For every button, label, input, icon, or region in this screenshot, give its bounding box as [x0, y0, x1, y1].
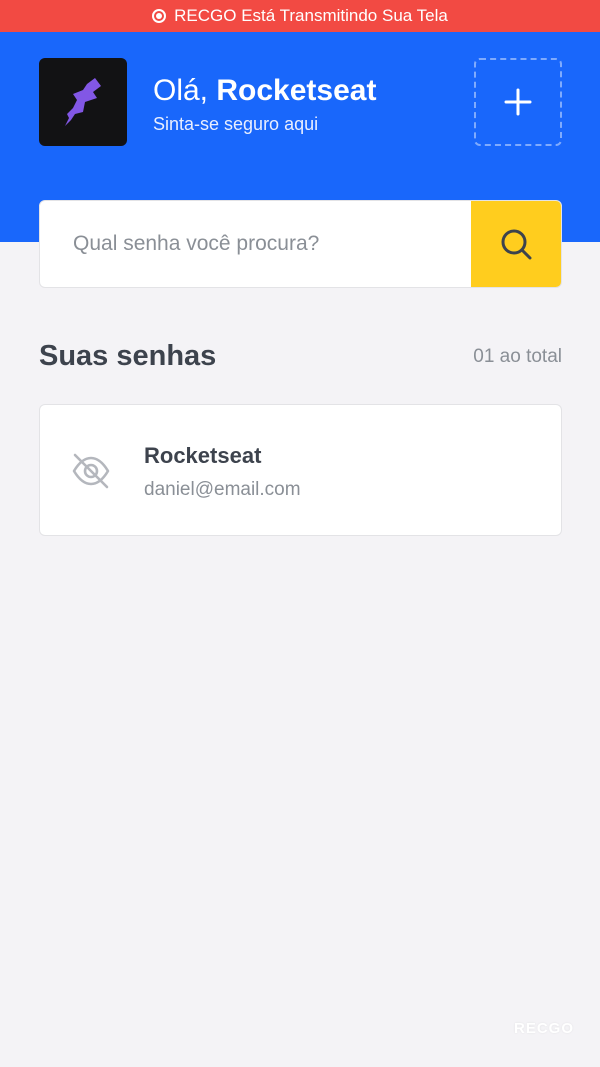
plus-icon [504, 88, 532, 116]
search-button[interactable] [471, 201, 561, 287]
greeting-subtitle: Sinta-se seguro aqui [153, 114, 319, 134]
password-count: 01 ao total [473, 345, 562, 367]
password-card[interactable]: Rocketseat daniel@email.com [39, 404, 562, 536]
greeting: Olá, Rocketseat Sinta-se seguro aqui [153, 74, 376, 135]
search-bar [39, 200, 562, 288]
login-email: daniel@email.com [144, 479, 301, 500]
section-title: Suas senhas [39, 340, 217, 372]
user-name: Rocketseat [216, 74, 377, 107]
rocketseat-logo-icon [65, 78, 101, 126]
greeting-title: Olá, Rocketseat [153, 74, 376, 108]
passwords-section-header: Suas senhas 01 ao total [39, 340, 562, 373]
toggle-visibility-button[interactable] [70, 450, 112, 492]
eye-off-icon [72, 453, 110, 489]
recorder-watermark: RECGO [513, 1020, 574, 1037]
screen-recording-banner: RECGO Está Transmitindo Sua Tela [0, 0, 600, 32]
recording-banner-text: RECGO Está Transmitindo Sua Tela [174, 6, 448, 25]
search-icon [501, 229, 532, 260]
login-name: Rocketseat [144, 443, 262, 468]
recording-icon [152, 9, 167, 23]
add-password-button[interactable] [474, 58, 562, 146]
avatar[interactable] [39, 58, 127, 146]
search-input[interactable] [40, 201, 471, 287]
greeting-prefix: Olá, [153, 74, 209, 107]
